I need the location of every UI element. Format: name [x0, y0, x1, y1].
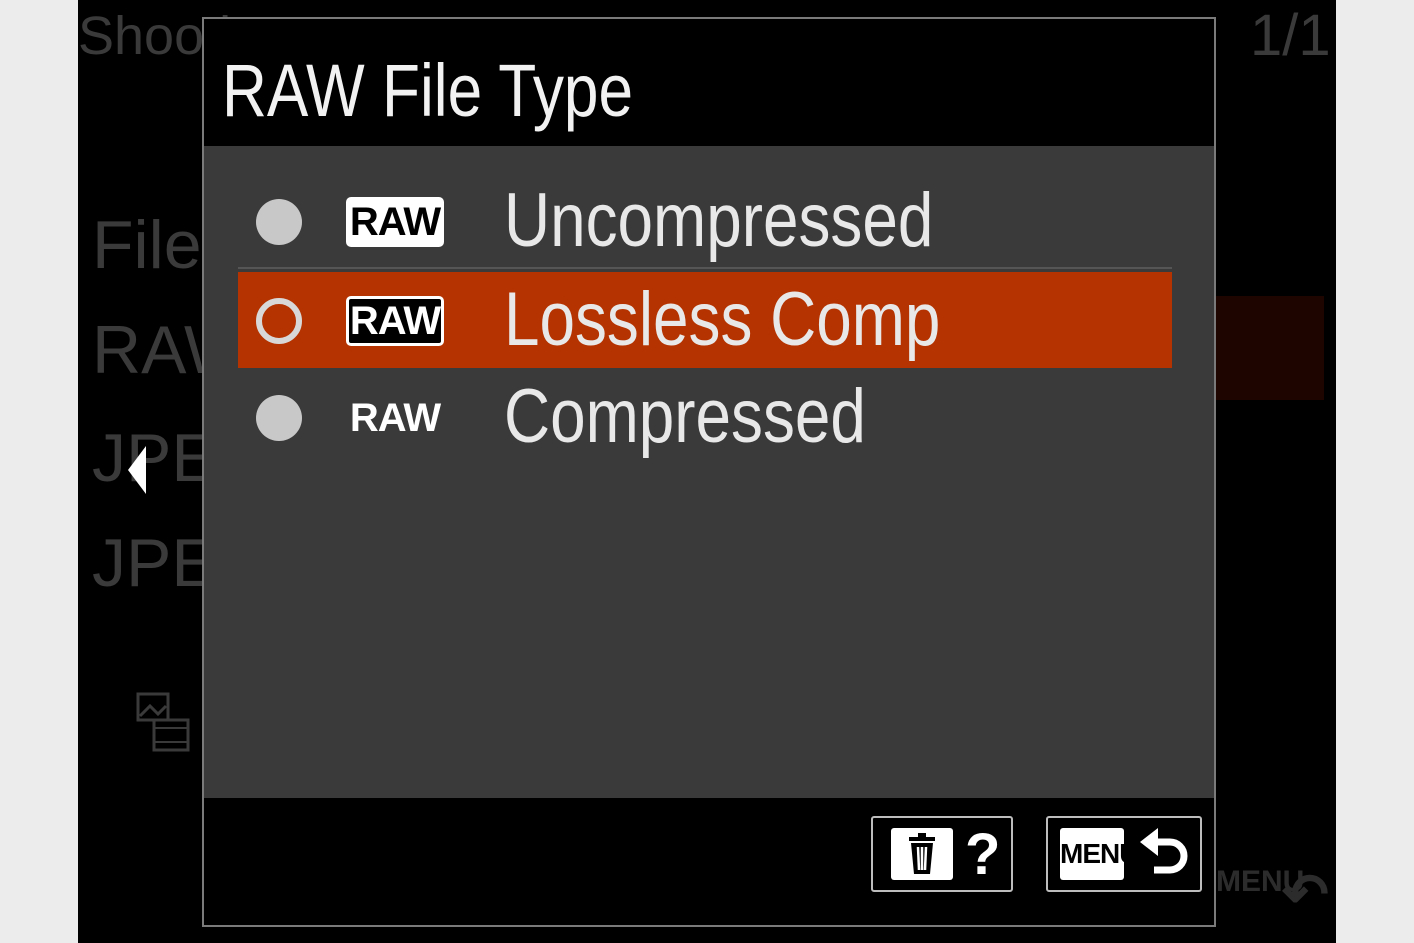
background-selection-highlight [1216, 296, 1324, 400]
raw-uncompressed-icon: RAW [346, 197, 444, 247]
divider [238, 267, 1172, 269]
question-mark-icon: ? [965, 822, 1001, 887]
radio-button[interactable] [256, 395, 302, 441]
menu-back-button[interactable]: MENU [1046, 816, 1202, 892]
raw-compressed-icon: RAW [349, 396, 441, 440]
option-label: Compressed [504, 374, 866, 459]
option-uncompressed[interactable]: RAW Uncompressed [238, 173, 1172, 269]
dialog-title: RAW File Type [222, 49, 634, 132]
raw-lossless-icon: RAW [346, 296, 444, 346]
option-compressed[interactable]: RAW Compressed [238, 369, 1172, 465]
option-label: Lossless Comp [504, 277, 941, 362]
left-arrow-icon[interactable] [128, 446, 146, 494]
background-page-indicator: 1/1 [1250, 3, 1331, 68]
help-button[interactable]: ? [871, 816, 1013, 892]
background-menu-item: File [92, 207, 202, 283]
background-menu-button: MENU ↶ [1216, 862, 1329, 925]
option-label: Uncompressed [504, 178, 934, 263]
option-lossless-comp[interactable]: RAW Lossless Comp [238, 272, 1172, 368]
trash-icon [891, 828, 953, 880]
background-return-arrow-icon: ↶ [1282, 862, 1329, 925]
raw-file-type-dialog: RAW File Type RAW Uncompressed RAW Lossl… [202, 17, 1216, 927]
return-arrow-icon [1140, 828, 1188, 874]
photo-film-icon [136, 692, 190, 752]
radio-button[interactable] [256, 199, 302, 245]
options-list: RAW Uncompressed RAW Lossless Comp RAW C… [204, 146, 1214, 798]
radio-button-selected[interactable] [256, 298, 302, 344]
menu-label: MENU [1060, 828, 1139, 880]
